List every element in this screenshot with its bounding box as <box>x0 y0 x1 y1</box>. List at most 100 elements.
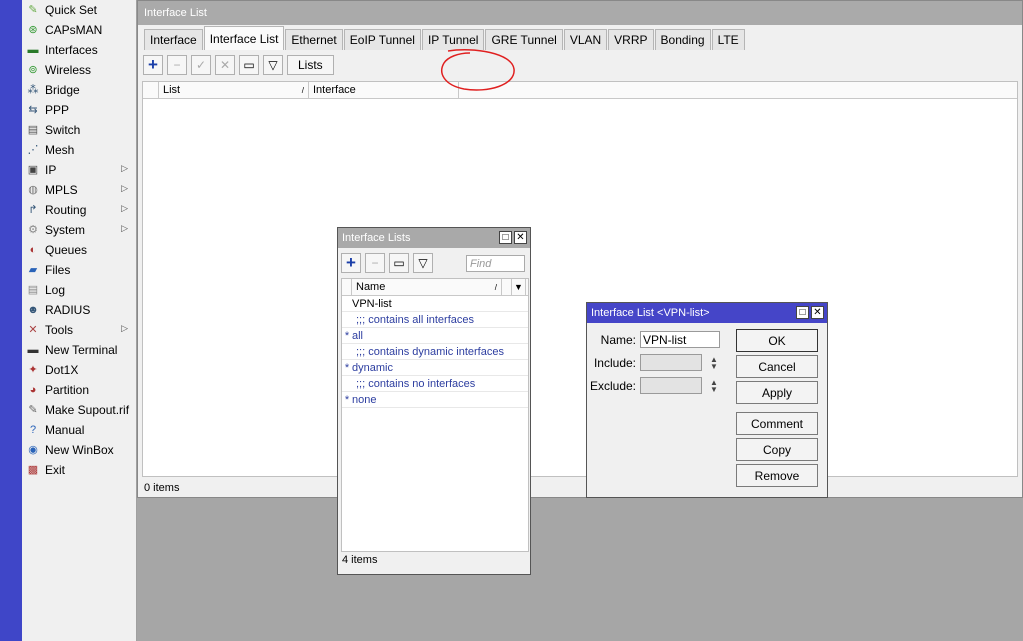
sidebar-item-label: MPLS <box>45 183 78 197</box>
remove-icon[interactable]: − <box>365 253 385 273</box>
tab-ethernet[interactable]: Ethernet <box>285 29 343 50</box>
remove-button[interactable]: Remove <box>736 464 818 487</box>
ip-icon: ▣ <box>27 163 39 176</box>
sidebar-item-capsman[interactable]: ⊛ CAPsMAN <box>22 20 136 40</box>
maximize-icon[interactable]: □ <box>796 306 809 319</box>
add-icon[interactable]: + <box>341 253 361 273</box>
comment-icon[interactable]: ▭ <box>389 253 409 273</box>
sidebar-item-switch[interactable]: ▤ Switch <box>22 120 136 140</box>
sidebar-item-mpls[interactable]: ◍ MPLS ▷ <box>22 180 136 200</box>
tab-eoip-tunnel[interactable]: EoIP Tunnel <box>343 29 421 50</box>
sidebar-item-log[interactable]: ▤ Log <box>22 280 136 300</box>
submenu-arrow-icon: ▷ <box>121 323 128 333</box>
mpls-icon: ◍ <box>28 183 38 196</box>
toolbar: + − ✓ ✕ ▭ ▽ Lists <box>143 55 334 75</box>
copy-button[interactable]: Copy <box>736 438 818 461</box>
sidebar-item-label: Switch <box>45 123 81 137</box>
tab-ip-tunnel[interactable]: IP Tunnel <box>421 29 485 50</box>
exclude-select[interactable] <box>640 377 702 394</box>
list-name: VPN-list <box>352 297 392 310</box>
tab-interface[interactable]: Interface <box>144 29 203 50</box>
close-icon[interactable]: ✕ <box>811 306 824 319</box>
column-menu-icon[interactable]: ▼ <box>512 279 526 295</box>
sidebar-item-new-terminal[interactable]: ▬ New Terminal <box>22 340 136 360</box>
sidebar-item-label: Exit <box>45 463 66 477</box>
include-select[interactable] <box>640 354 702 371</box>
comment-button[interactable]: Comment <box>736 412 818 435</box>
maximize-icon[interactable]: □ <box>499 231 512 244</box>
name-input[interactable]: VPN-list <box>640 331 720 348</box>
sidebar-item-quick-set[interactable]: ✎ Quick Set <box>22 0 136 20</box>
find-input[interactable]: Find <box>466 255 525 272</box>
comment-row[interactable]: ;;; contains dynamic interfaces <box>342 344 528 360</box>
sidebar-item-radius[interactable]: ☻ RADIUS <box>22 300 136 320</box>
sidebar-item-mesh[interactable]: ⋰ Mesh <box>22 140 136 160</box>
tab-lte[interactable]: LTE <box>711 29 745 50</box>
tab-gre-tunnel[interactable]: GRE Tunnel <box>485 29 563 50</box>
list-item[interactable]: VPN-list <box>342 296 528 312</box>
tab-vrrp[interactable]: VRRP <box>608 29 654 50</box>
disable-icon[interactable]: ✕ <box>215 55 235 75</box>
list-item[interactable]: * none <box>342 392 528 408</box>
column-header-name[interactable]: Name / <box>352 279 502 295</box>
submenu-arrow-icon: ▷ <box>121 163 128 173</box>
tab-vlan[interactable]: VLAN <box>563 29 608 50</box>
header-spacer <box>502 279 512 295</box>
tab-bonding[interactable]: Bonding <box>654 29 711 50</box>
sidebar-item-label: IP <box>45 163 57 177</box>
sidebar-item-exit[interactable]: ▩ Exit <box>22 460 136 480</box>
lists-button[interactable]: Lists <box>287 55 334 75</box>
remove-icon[interactable]: − <box>167 55 187 75</box>
column-header-interface[interactable]: Interface <box>309 82 459 98</box>
partition-icon: ◕ <box>29 383 37 396</box>
sidebar-item-tools[interactable]: ✕ Tools ▷ <box>22 320 136 340</box>
filter-icon[interactable]: ▽ <box>413 253 433 273</box>
enable-icon[interactable]: ✓ <box>191 55 211 75</box>
select-column-header[interactable] <box>342 279 352 295</box>
tab-interface-list[interactable]: Interface List <box>203 26 285 50</box>
sidebar-item-ppp[interactable]: ⇆ PPP <box>22 100 136 120</box>
include-stepper-icon[interactable]: ▲ ▼ <box>709 356 719 371</box>
list-item[interactable]: * dynamic <box>342 360 528 376</box>
sidebar-item-label: Mesh <box>45 143 75 157</box>
sidebar-item-label: Queues <box>45 243 88 257</box>
exit-icon: ▩ <box>27 463 39 476</box>
sidebar-item-system[interactable]: ⚙ System ▷ <box>22 220 136 240</box>
sidebar-menu: ✎ Quick Set ⊛ CAPsMAN ▬ Interfaces ⊚ Wireless ⁂ B… <box>22 0 137 641</box>
tab-bar: Interface Interface List Ethernet EoIP Tunn… <box>144 26 746 50</box>
sidebar-item-make-supout-rif[interactable]: ✎ Make Supout.rif <box>22 400 136 420</box>
sidebar-item-manual[interactable]: ? Manual <box>22 420 136 440</box>
list-item[interactable]: * all <box>342 328 528 344</box>
ok-button[interactable]: OK <box>736 329 818 352</box>
sidebar-item-partition[interactable]: ◕ Partition <box>22 380 136 400</box>
add-icon[interactable]: + <box>143 55 163 75</box>
sidebar-item-new-winbox[interactable]: ◉ New WinBox <box>22 440 136 460</box>
sidebar-item-interfaces[interactable]: ▬ Interfaces <box>22 40 136 60</box>
comment-icon[interactable]: ▭ <box>239 55 259 75</box>
close-icon[interactable]: ✕ <box>514 231 527 244</box>
sidebar-item-ip[interactable]: ▣ IP ▷ <box>22 160 136 180</box>
tools-icon: ✕ <box>28 323 38 336</box>
exclude-stepper-icon[interactable]: ▲ ▼ <box>709 379 719 394</box>
column-header-list[interactable]: List / <box>159 82 309 98</box>
sidebar-item-files[interactable]: ▰ Files <box>22 260 136 280</box>
bridge-icon: ⁂ <box>27 83 39 96</box>
select-column-header[interactable] <box>143 82 159 98</box>
manual-icon: ? <box>29 423 37 436</box>
sidebar-item-bridge[interactable]: ⁂ Bridge <box>22 80 136 100</box>
list-name: none <box>352 393 377 406</box>
sidebar-item-wireless[interactable]: ⊚ Wireless <box>22 60 136 80</box>
name-label: Name: <box>600 333 636 347</box>
comment-row[interactable]: ;;; contains no interfaces <box>342 376 528 392</box>
sidebar-item-label: Log <box>45 283 66 297</box>
comment-row[interactable]: ;;; contains all interfaces <box>342 312 528 328</box>
cancel-button[interactable]: Cancel <box>736 355 818 378</box>
dialog-titlebar: Interface List <VPN-list> □ ✕ <box>587 303 827 323</box>
filter-icon[interactable]: ▽ <box>263 55 283 75</box>
apply-button[interactable]: Apply <box>736 381 818 404</box>
sidebar-item-routing[interactable]: ↱ Routing ▷ <box>22 200 136 220</box>
sidebar-item-queues[interactable]: ◐ Queues <box>22 240 136 260</box>
sidebar-item-dot1x[interactable]: ✦ Dot1X <box>22 360 136 380</box>
sidebar-item-label: Interfaces <box>45 43 98 57</box>
terminal-icon: ▬ <box>27 343 39 356</box>
